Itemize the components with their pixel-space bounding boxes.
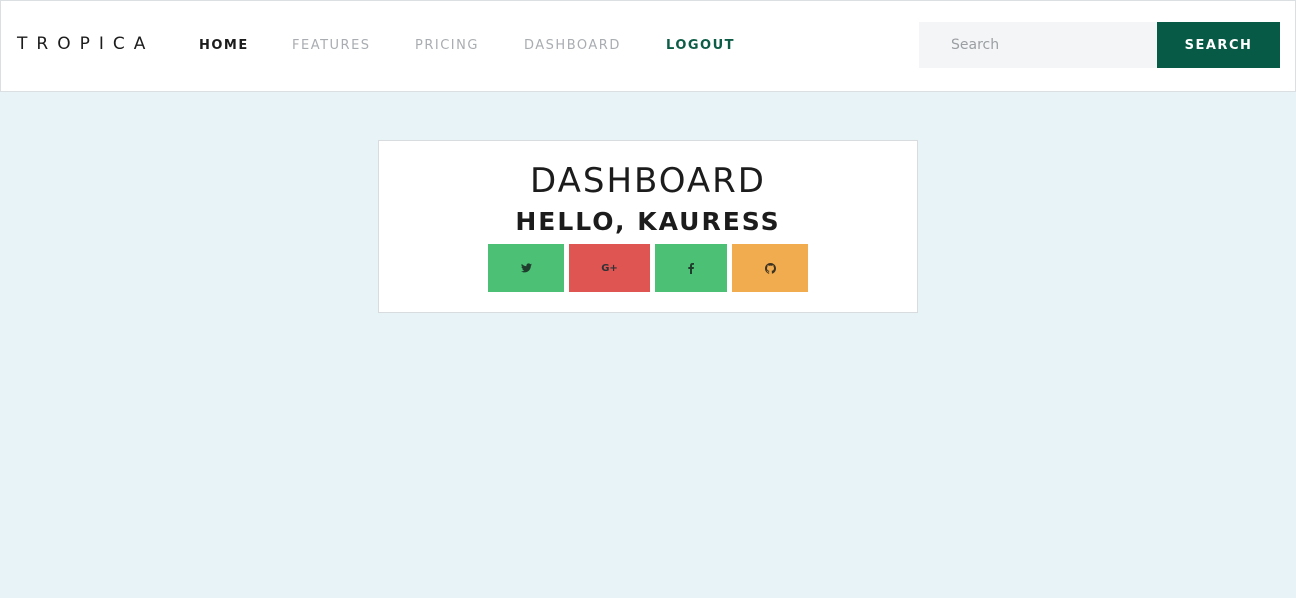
nav-features[interactable]: FEATURES: [292, 38, 371, 53]
github-icon: [764, 262, 776, 274]
search-input[interactable]: [919, 22, 1157, 68]
github-button[interactable]: [732, 244, 808, 292]
nav-logout[interactable]: LOGOUT: [666, 38, 735, 53]
google-plus-icon: G+: [601, 262, 618, 274]
facebook-button[interactable]: [655, 244, 727, 292]
search-button[interactable]: SEARCH: [1157, 22, 1280, 68]
nav-home[interactable]: HOME: [199, 38, 249, 53]
nav-pricing[interactable]: PRICING: [415, 38, 479, 53]
brand-logo[interactable]: TROPICA: [17, 34, 154, 54]
google-plus-button[interactable]: G+: [569, 244, 650, 292]
dashboard-card: DASHBOARD HELLO, KAURESS G+: [378, 140, 918, 313]
nav-dashboard[interactable]: DASHBOARD: [524, 38, 621, 53]
greeting-text: HELLO, KAURESS: [515, 207, 781, 236]
twitter-icon: [520, 263, 532, 273]
facebook-icon: [688, 262, 694, 274]
twitter-button[interactable]: [488, 244, 564, 292]
top-navbar: TROPICA HOME FEATURES PRICING DASHBOARD …: [0, 0, 1296, 92]
page-title: DASHBOARD: [530, 161, 766, 201]
